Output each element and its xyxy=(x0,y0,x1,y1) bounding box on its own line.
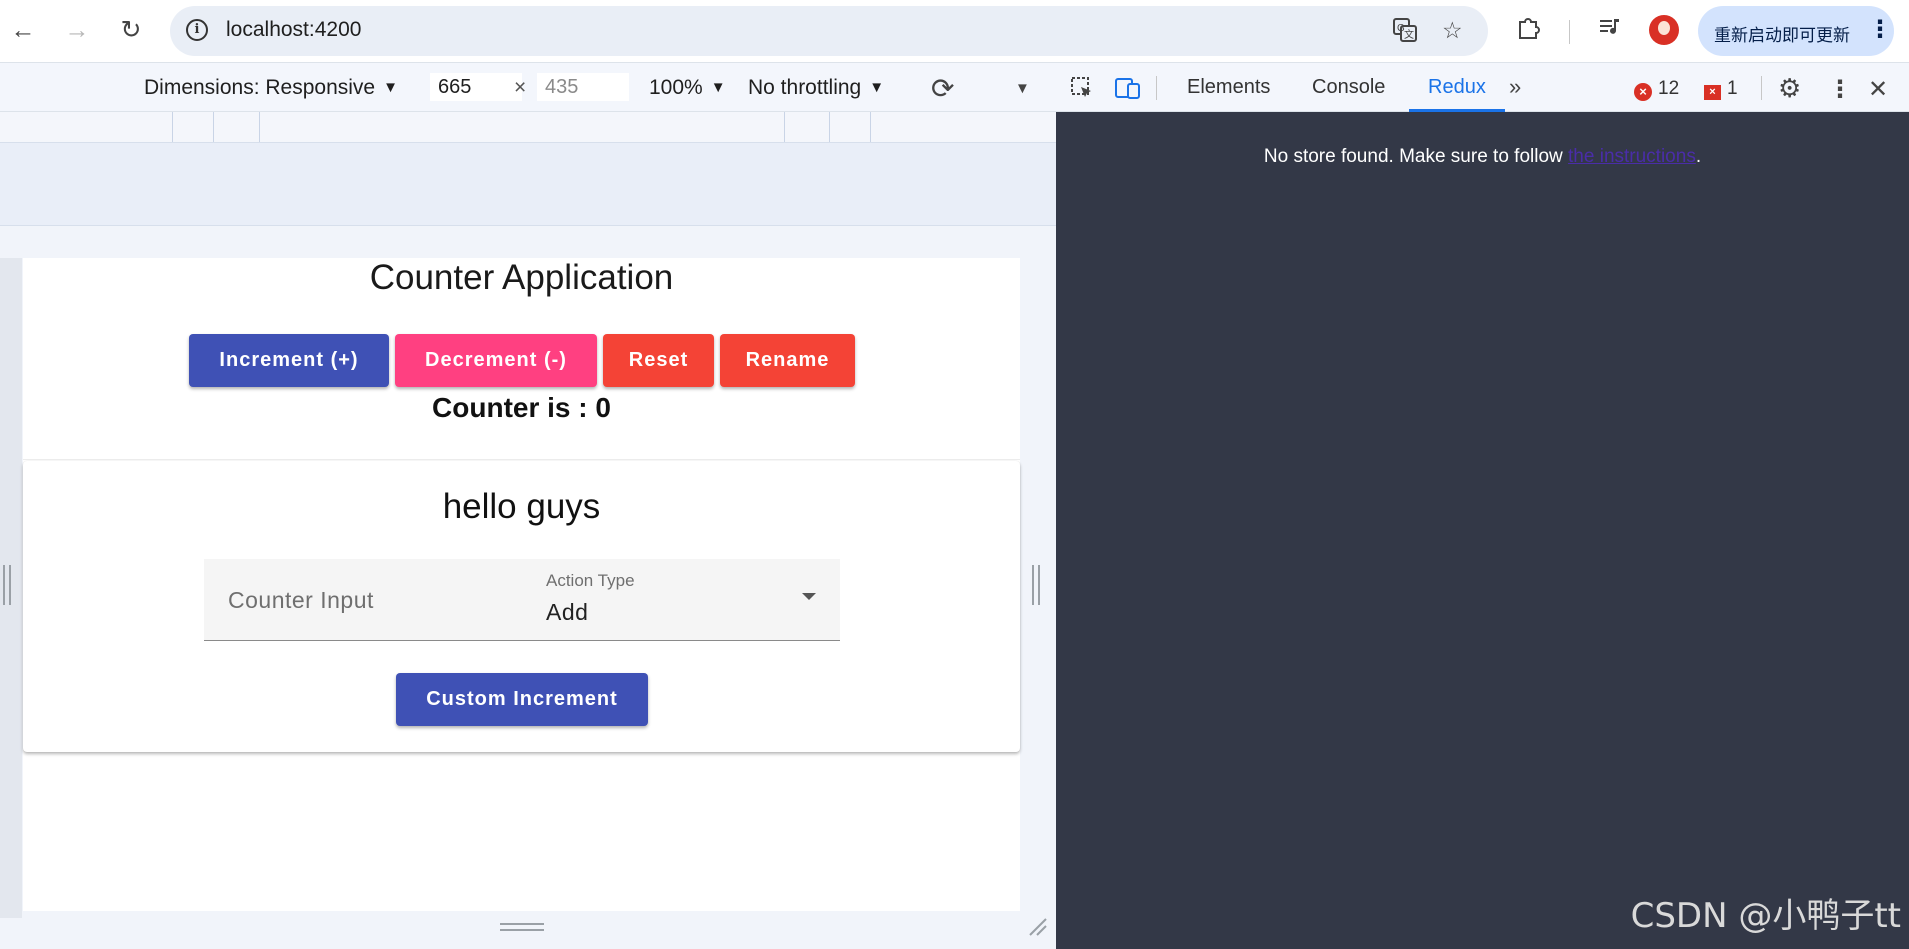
corner-resize-icon[interactable] xyxy=(1026,915,1048,937)
increment-button[interactable]: Increment (+) xyxy=(189,334,389,387)
update-button[interactable]: 重新启动即可更新 ⋮ xyxy=(1698,6,1894,56)
media-controls-icon[interactable] xyxy=(1598,14,1624,47)
bottom-resize-handle[interactable] xyxy=(500,923,544,931)
width-input[interactable] xyxy=(430,73,522,101)
decrement-button[interactable]: Decrement (-) xyxy=(395,334,597,387)
counter-card: Counter Application Increment (+) Decrem… xyxy=(23,258,1020,460)
ruler-tick xyxy=(870,112,871,142)
browser-toolbar: ← → ↻ i localhost:4200 G文 ☆ 重新启动即可更新 ⋮ xyxy=(0,0,1909,62)
ruler-tick xyxy=(829,112,830,142)
redux-panel: No store found. Make sure to follow the … xyxy=(1056,112,1909,949)
devtools-tabbar: Elements Console Redux » × 12 × 1 ⚙ ⋮ ✕ xyxy=(1056,62,1909,112)
custom-increment-button[interactable]: Custom Increment xyxy=(396,673,648,726)
svg-text:文: 文 xyxy=(1404,28,1414,41)
instructions-link[interactable]: the instructions xyxy=(1568,146,1696,167)
chevron-down-icon: ▼ xyxy=(710,79,726,96)
right-resize-handle[interactable] xyxy=(1032,565,1040,605)
ruler-tick xyxy=(784,112,785,142)
issue-count: 1 xyxy=(1727,78,1738,99)
close-icon[interactable]: ✕ xyxy=(1868,75,1888,104)
action-type-label: Action Type xyxy=(546,571,635,590)
watermark-text: CSDN @小鸭子tt xyxy=(1630,896,1901,936)
toolbar-divider xyxy=(1569,20,1570,44)
device-toggle-icon[interactable] xyxy=(1114,75,1142,107)
counter-value: 0 xyxy=(595,392,611,423)
devtools-menu-icon[interactable]: ⋮ xyxy=(1828,75,1852,104)
no-store-message: No store found. Make sure to follow the … xyxy=(1056,146,1909,168)
ruler-tick xyxy=(172,112,173,142)
ruler-tick xyxy=(259,112,260,142)
no-store-text: No store found. Make sure to follow xyxy=(1263,146,1569,167)
media-query-ruler xyxy=(0,112,1056,143)
issue-count-badge[interactable]: × 1 xyxy=(1704,78,1738,100)
profile-avatar[interactable] xyxy=(1649,15,1679,45)
update-button-label: 重新启动即可更新 xyxy=(1714,26,1850,45)
device-toolbar: Dimensions: Responsive ▼ × 100% ▼ No throt… xyxy=(0,62,1056,112)
throttling-label: No throttling xyxy=(748,76,862,99)
dimensions-dropdown[interactable]: Dimensions: Responsive ▼ xyxy=(144,76,398,100)
devtools-divider xyxy=(1156,76,1157,100)
counter-input-placeholder: Counter Input xyxy=(228,587,374,613)
error-count: 12 xyxy=(1658,78,1680,99)
more-options-chevron-icon[interactable]: ▼ xyxy=(1015,80,1030,97)
media-query-bar[interactable] xyxy=(0,143,1056,226)
extensions-icon[interactable] xyxy=(1515,14,1541,47)
greeting-text: hello guys xyxy=(442,487,601,526)
app-title: Counter Application xyxy=(369,258,674,297)
custom-counter-card: hello guys Counter Input Action Type Add… xyxy=(23,461,1020,752)
rotate-icon[interactable]: ⟳ xyxy=(931,72,954,105)
more-tabs-icon[interactable]: » xyxy=(1509,74,1521,100)
action-type-select[interactable]: Action Type Add xyxy=(522,559,840,641)
bookmark-star-icon[interactable]: ☆ xyxy=(1442,17,1463,44)
back-icon[interactable]: ← xyxy=(6,12,40,48)
translate-icon[interactable]: G文 xyxy=(1392,17,1418,49)
settings-gear-icon[interactable]: ⚙ xyxy=(1778,73,1801,104)
url-text[interactable]: localhost:4200 xyxy=(226,18,361,42)
chevron-down-icon: ▼ xyxy=(869,79,885,96)
zoom-dropdown[interactable]: 100% ▼ xyxy=(649,76,726,100)
ruler-tick xyxy=(213,112,214,142)
tab-redux[interactable]: Redux xyxy=(1428,76,1486,99)
dropdown-arrow-icon xyxy=(802,593,816,600)
reset-button[interactable]: Reset xyxy=(603,334,714,387)
inspect-element-icon[interactable] xyxy=(1069,75,1095,107)
issue-icon: × xyxy=(1704,85,1721,100)
left-resize-handle[interactable] xyxy=(3,565,11,605)
tab-elements[interactable]: Elements xyxy=(1187,76,1270,99)
chevron-down-icon: ▼ xyxy=(383,79,398,96)
forward-icon[interactable]: → xyxy=(60,12,94,48)
tab-console[interactable]: Console xyxy=(1312,76,1385,99)
counter-label: Counter is : xyxy=(432,392,596,423)
error-count-badge[interactable]: × 12 xyxy=(1634,78,1679,101)
counter-display: Counter is : 0 xyxy=(23,392,1020,424)
rename-button[interactable]: Rename xyxy=(720,334,855,387)
throttling-dropdown[interactable]: No throttling ▼ xyxy=(748,76,884,100)
height-input[interactable] xyxy=(537,73,629,101)
counter-input[interactable]: Counter Input xyxy=(204,559,522,641)
error-icon: × xyxy=(1634,83,1652,101)
address-bar[interactable]: i localhost:4200 G文 ☆ xyxy=(170,6,1488,56)
no-store-suffix: . xyxy=(1695,146,1702,167)
devtools-divider xyxy=(1761,76,1762,100)
reload-icon[interactable]: ↻ xyxy=(114,12,148,48)
zoom-label: 100% xyxy=(649,76,703,99)
emulated-page: Counter Application Increment (+) Decrem… xyxy=(23,258,1020,911)
site-info-icon[interactable]: i xyxy=(186,19,208,41)
dimension-times: × xyxy=(514,76,527,99)
action-type-value: Add xyxy=(546,599,589,625)
more-menu-icon[interactable]: ⋮ xyxy=(1868,15,1892,44)
dimensions-label: Dimensions: Responsive xyxy=(144,76,376,99)
